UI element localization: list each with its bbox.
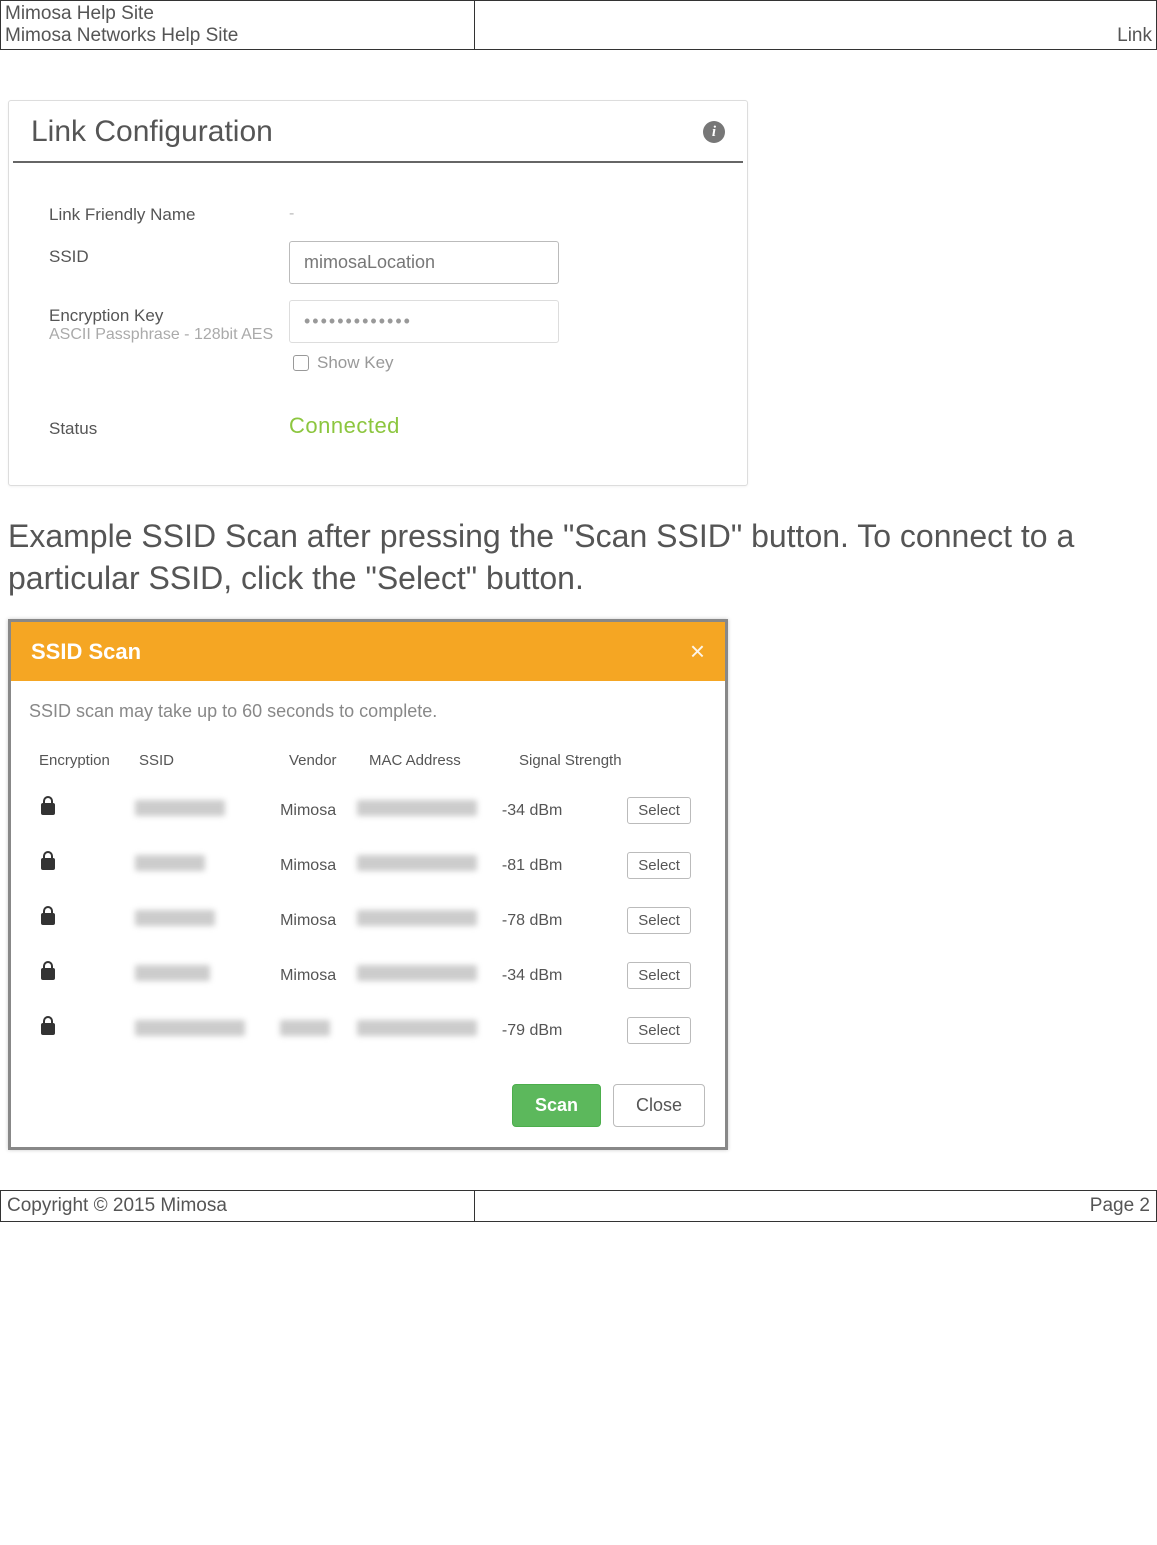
table-row: Mimosa -78 dBm Select (29, 893, 707, 948)
row-signal: -34 dBm (502, 967, 627, 985)
info-icon[interactable]: i (703, 121, 725, 143)
lock-icon (41, 913, 55, 925)
row-vendor: Mimosa (280, 912, 357, 930)
link-friendly-name-label: Link Friendly Name (49, 199, 289, 225)
status-value: Connected (289, 413, 717, 439)
lock-icon (41, 1023, 55, 1035)
row-vendor: Mimosa (280, 857, 357, 875)
col-signal: Signal Strength (519, 752, 649, 769)
select-button[interactable]: Select (627, 852, 691, 879)
blurred-mac (357, 800, 477, 816)
lock-icon (41, 858, 55, 870)
close-icon[interactable]: × (690, 636, 705, 667)
ssid-scan-modal: SSID Scan × SSID scan may take up to 60 … (8, 619, 728, 1150)
ssid-input[interactable] (289, 241, 559, 284)
blurred-mac (357, 1020, 477, 1036)
col-ssid: SSID (139, 752, 289, 769)
blurred-mac (357, 855, 477, 871)
select-button[interactable]: Select (627, 907, 691, 934)
row-signal: -81 dBm (502, 857, 627, 875)
header-title-1: Mimosa Help Site (5, 3, 470, 25)
select-button[interactable]: Select (627, 962, 691, 989)
table-row: Mimosa -34 dBm Select (29, 948, 707, 1003)
modal-title: SSID Scan (31, 639, 141, 665)
blurred-mac (357, 965, 477, 981)
show-key-checkbox[interactable] (293, 355, 309, 371)
encryption-key-sublabel: ASCII Passphrase - 128bit AES (49, 326, 289, 344)
col-encryption: Encryption (39, 752, 139, 769)
page-footer: Copyright © 2015 Mimosa Page 2 (0, 1190, 1157, 1222)
scan-button[interactable]: Scan (512, 1084, 601, 1127)
blurred-ssid (135, 965, 210, 981)
encryption-key-label: Encryption Key (49, 306, 289, 326)
close-button[interactable]: Close (613, 1084, 705, 1127)
blurred-ssid (135, 1020, 245, 1036)
table-row: -79 dBm Select (29, 1003, 707, 1058)
blurred-mac (357, 910, 477, 926)
row-signal: -78 dBm (502, 912, 627, 930)
panel-title: Link Configuration (31, 115, 273, 149)
blurred-ssid (135, 855, 205, 871)
ssid-label: SSID (49, 241, 289, 267)
row-signal: -79 dBm (502, 1022, 627, 1040)
link-configuration-panel: Link Configuration i Link Friendly Name … (8, 100, 748, 486)
page-header: Mimosa Help Site Mimosa Networks Help Si… (0, 0, 1157, 50)
caption-text: Example SSID Scan after pressing the "Sc… (8, 516, 1149, 599)
blurred-vendor (280, 1020, 330, 1036)
scan-table-header: Encryption SSID Vendor MAC Address Signa… (29, 746, 707, 783)
status-label: Status (49, 413, 289, 439)
col-mac: MAC Address (369, 752, 519, 769)
lock-icon (41, 803, 55, 815)
col-vendor: Vendor (289, 752, 369, 769)
row-vendor: Mimosa (280, 802, 357, 820)
header-right-label: Link (474, 1, 1156, 50)
blurred-ssid (135, 800, 225, 816)
blurred-ssid (135, 910, 215, 926)
select-button[interactable]: Select (627, 1017, 691, 1044)
show-key-label: Show Key (317, 353, 394, 373)
encryption-key-input[interactable] (289, 300, 559, 343)
footer-copyright: Copyright © 2015 Mimosa (1, 1191, 475, 1222)
lock-icon (41, 968, 55, 980)
header-title-2: Mimosa Networks Help Site (5, 25, 470, 47)
select-button[interactable]: Select (627, 797, 691, 824)
table-row: Mimosa -81 dBm Select (29, 838, 707, 893)
modal-note: SSID scan may take up to 60 seconds to c… (29, 701, 707, 722)
footer-page: Page 2 (474, 1191, 1156, 1222)
row-signal: -34 dBm (502, 802, 627, 820)
link-friendly-name-value: - (289, 199, 717, 223)
table-row: Mimosa -34 dBm Select (29, 783, 707, 838)
row-vendor: Mimosa (280, 967, 357, 985)
